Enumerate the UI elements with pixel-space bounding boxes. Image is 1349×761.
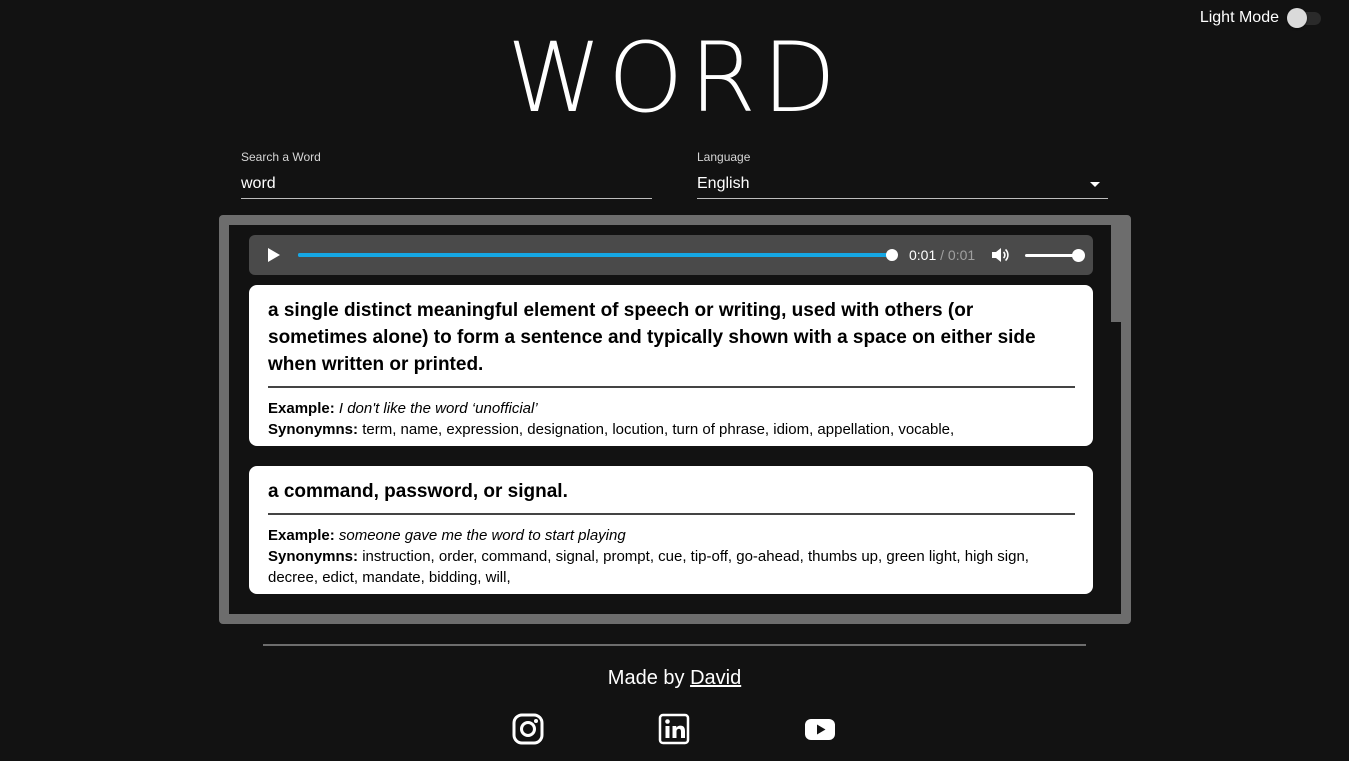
search-control[interactable] [241,170,652,199]
definition-card: a single distinct meaningful element of … [249,285,1093,446]
volume-handle[interactable] [1072,248,1086,262]
search-field: Search a Word [241,150,652,199]
synonyms-row: Synonymns: term, name, expression, desig… [268,421,955,438]
volume-icon[interactable] [991,247,1009,263]
footer-credit: Made by David [607,667,742,689]
synonyms-row: Synonymns: instruction, order, command, … [268,548,1029,586]
results-scrollbar[interactable] [1111,225,1121,322]
language-select[interactable]: English [697,170,1108,199]
definition-card: a command, password, or signal. Example:… [249,466,1093,594]
linkedin-icon[interactable] [658,713,690,745]
volume-slider[interactable] [1025,248,1086,262]
chevron-down-icon [1090,181,1100,187]
audio-time: 0:01 / 0:01 [909,247,976,263]
youtube-icon[interactable] [804,713,836,745]
language-label: Language [697,150,751,164]
play-icon[interactable] [268,248,280,262]
language-value: English [697,175,750,192]
results-panel: 0:01 / 0:01 a single distinct meaningful… [219,215,1131,624]
audio-progress-handle[interactable] [886,249,898,261]
audio-progress-fill [298,253,892,257]
example-row: Example: someone gave me the word to sta… [268,527,626,544]
definition-text: a command, password, or signal. [268,478,1075,515]
author-link[interactable]: David [690,667,741,689]
search-label: Search a Word [241,150,321,164]
search-input[interactable] [241,175,652,193]
footer-divider [263,644,1086,646]
audio-progress-bar[interactable] [298,249,898,261]
definition-text: a single distinct meaningful element of … [268,297,1075,388]
pronunciation-audio-player: 0:01 / 0:01 [249,235,1093,275]
example-row: Example: I don't like the word ‘unoffici… [268,400,538,417]
instagram-icon[interactable] [512,713,544,745]
language-field: Language English [697,150,1108,199]
app-logo: WORD [506,22,843,134]
